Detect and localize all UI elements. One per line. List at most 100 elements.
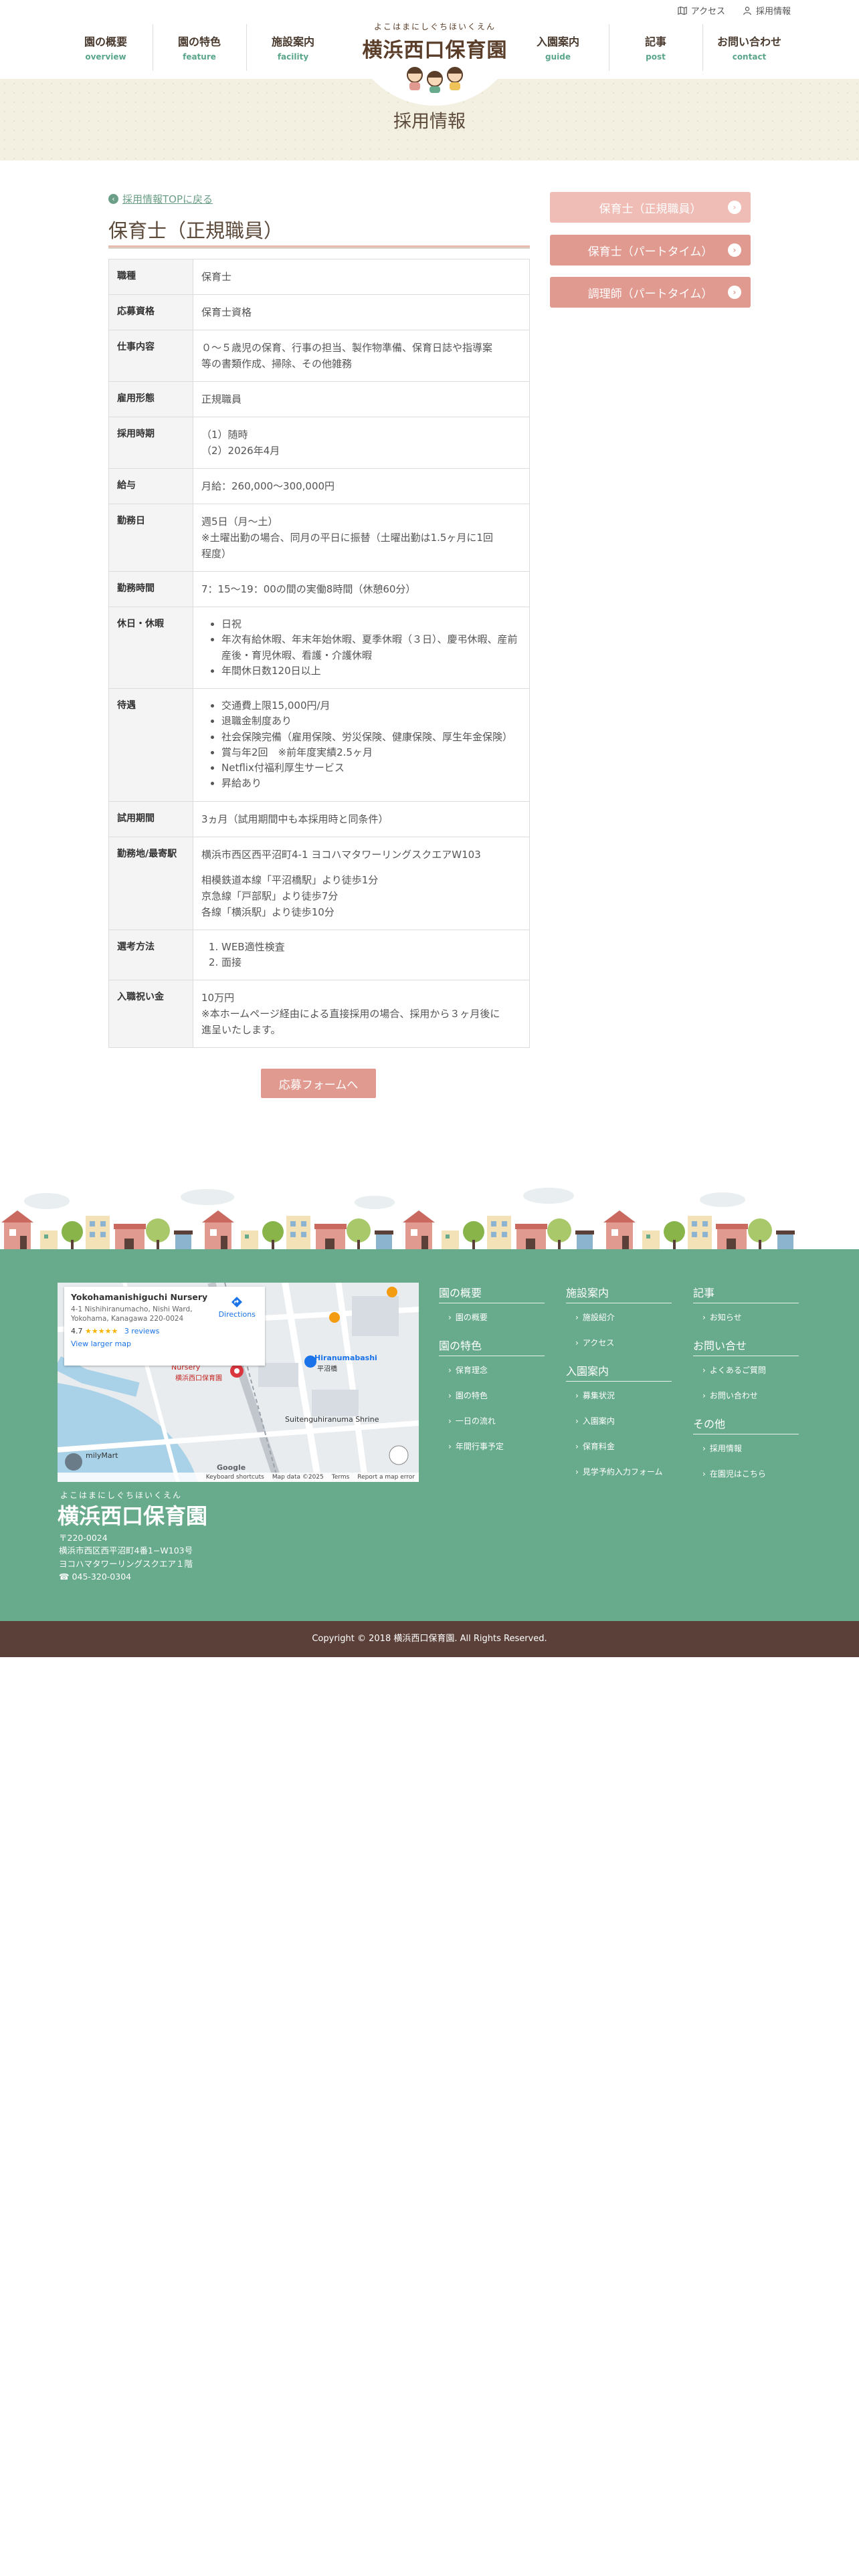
value-line: ※土曜出勤の場合、同月の平日に振替（土曜出勤は1.5ヶ月に1回 [201,532,493,544]
footer-menu-col-3: 記事 お知らせ お問い合せ よくあるご質問 お問い合わせ その他 採用情報 在園… [693,1284,799,1493]
footer-logo[interactable]: 横浜西口保育園 [58,1499,207,1530]
side-button-label: 保育士（パートタイム） [587,245,713,259]
children-illustration-icon [407,67,463,93]
title-underline [108,245,530,249]
footer-menu-link[interactable]: 見学予約入力フォーム [575,1466,672,1477]
station-line: 京急線「戸部駅」より徒歩7分 [201,889,339,902]
holiday-list: 日祝 年次有給休暇、年末年始休暇、夏季休暇（３日）、慶弔休暇、産前産後・育児休暇… [221,617,521,679]
map-pin-label-jp: 横浜西口保育園 [175,1375,222,1382]
footer-menu-heading[interactable]: 園の特色 [439,1337,545,1356]
person-icon [743,6,751,15]
value-line: 10万円 [201,992,235,1004]
nav-post[interactable]: 記事 post [609,23,702,70]
value-line: 月給：260,000〜300,000円 [201,480,335,492]
footer-menu-link[interactable]: 在園児はこちら [702,1468,799,1479]
footer-menu-link[interactable]: 募集状況 [575,1390,672,1401]
list-item: 面接 [221,955,521,970]
table-row: 入職祝い金 10万円 ※本ホームページ経由による直接採用の場合、採用から３ヶ月後… [108,980,530,1048]
row-value: （1）随時 （2）2026年4月 [193,417,530,469]
chevron-left-icon: ‹ [108,194,118,204]
list-item: 社会保険完備（雇用保険、労災保険、健康保険、厚生年金保険） [221,730,521,745]
footer-menu-link[interactable]: よくあるご質問 [702,1364,799,1376]
footer-menu-link[interactable]: 園の概要 [448,1311,545,1323]
footer-menu-link[interactable]: お問い合わせ [702,1390,799,1401]
footer-menu-heading[interactable]: お問い合せ [693,1337,799,1356]
footer-menu-heading[interactable]: 施設案内 [566,1284,672,1303]
list-item: 退職金制度あり [221,714,521,729]
list-item: Netflix付福利厚生サービス [221,760,521,776]
nav-sublabel: contact [732,52,767,62]
footer-menu-link[interactable]: 入園案内 [575,1415,672,1426]
address-line: ヨコハマタワーリングスクエア１階 [59,1558,193,1569]
chevron-right-icon: › [728,243,741,257]
location-address: 横浜市西区西平沼町4-1 ヨコハマタワーリングスクエアW103 [201,848,481,861]
embedded-map[interactable]: Hiranumabashi 平沼橋 Suitenguhiranuma Shrin… [58,1283,419,1482]
table-row: 試用期間 3ヵ月（試用期間中も本採用時と同条件） [108,800,530,837]
map-attribution-item[interactable]: Terms [332,1473,350,1482]
footer-menu-link[interactable]: 施設紹介 [575,1311,672,1323]
phone-value: 045-320-0304 [72,1572,132,1582]
nav-facility[interactable]: 施設案内 facility [246,23,340,70]
footer-menu-heading[interactable]: 入園案内 [566,1362,672,1382]
station-line: 各線「横浜駅」より徒歩10分 [201,905,335,918]
map-reviews-link[interactable]: 3 reviews [124,1327,160,1335]
footer-address: 〒220-0024 横浜市西区西平沼町4番1−W103号 ヨコハマタワーリングス… [59,1531,193,1584]
map-attribution-item[interactable]: Report a map error [357,1473,415,1482]
side-button-parttime-cook[interactable]: 調理師（パートタイム） › [550,277,751,308]
table-row: 採用時期 （1）随時 （2）2026年4月 [108,417,530,469]
nav-contact[interactable]: お問い合わせ contact [702,23,796,70]
footer-menu-link[interactable]: 一日の流れ [448,1415,545,1426]
nav-sublabel: guide [545,52,571,62]
access-link[interactable]: アクセス [677,4,725,17]
site-logo[interactable]: よこはまにしぐちほいくえん 横浜西口保育園 [348,19,522,106]
table-row: 雇用形態 正規職員 [108,381,530,417]
recruit-link[interactable]: 採用情報 [743,4,791,17]
value-line: 保育士資格 [201,306,252,318]
star-rating-icon: ★★★★★ [85,1327,118,1336]
list-item: 賞与年2回 ※前年度実績2.5ヶ月 [221,745,521,760]
station-line: 相模鉄道本線「平沼橋駅」より徒歩1分 [201,873,379,886]
footer-menu-link[interactable]: 採用情報 [702,1442,799,1454]
row-value: 保育士資格 [193,294,530,330]
nav-sublabel: facility [277,52,309,62]
nav-label: 施設案内 [271,35,314,48]
footer-menu-link[interactable]: 保育理念 [448,1364,545,1376]
map-larger-link[interactable]: View larger map [71,1339,258,1348]
phone-number[interactable]: ☎ 045-320-0304 [59,1570,193,1583]
footer-menu-link[interactable]: 年間行事予定 [448,1440,545,1452]
side-button-fulltime-nursery[interactable]: 保育士（正規職員） › [550,192,751,223]
footer-menu-link[interactable]: アクセス [575,1337,672,1348]
back-link[interactable]: ‹ 採用情報TOPに戻る [108,192,213,206]
footer-menu-link[interactable]: 園の特色 [448,1390,545,1401]
row-label: 応募資格 [108,294,193,330]
map-attribution-item[interactable]: Keyboard shortcuts [206,1473,264,1482]
list-item: 日祝 [221,617,521,632]
nav-overview[interactable]: 園の概要 overview [59,23,153,70]
footer-menu-link[interactable]: 保育料金 [575,1440,672,1452]
nav-feature[interactable]: 園の特色 feature [153,23,246,70]
back-link-label: 採用情報TOPに戻る [122,193,213,205]
map-directions-button[interactable]: Directions [219,1296,256,1319]
table-row: 選考方法 WEB適性検査 面接 [108,929,530,980]
row-label: 仕事内容 [108,330,193,382]
selection-list: WEB適性検査 面接 [221,940,521,971]
recruit-link-label: 採用情報 [755,7,791,17]
side-button-parttime-nursery[interactable]: 保育士（パートタイム） › [550,235,751,265]
footer-menu-heading[interactable]: 園の概要 [439,1284,545,1303]
footer-menu-col-1: 園の概要 園の概要 園の特色 保育理念 園の特色 一日の流れ 年間行事予定 [439,1284,545,1466]
row-value: 保育士 [193,259,530,295]
nav-label: お問い合わせ [717,35,781,48]
apply-form-button[interactable]: 応募フォームへ [261,1069,376,1098]
row-value: 3ヵ月（試用期間中も本採用時と同条件） [193,800,530,837]
row-value: 週5日（月〜土） ※土曜出勤の場合、同月の平日に振替（土曜出勤は1.5ヶ月に1回… [193,504,530,572]
nav-guide[interactable]: 入園案内 guide [511,23,605,70]
footer-menu-link[interactable]: お知らせ [702,1311,799,1323]
footer-menu-heading[interactable]: 記事 [693,1284,799,1303]
row-label: 試用期間 [108,800,193,837]
table-row: 待遇 交通費上限15,000円/月 退職金制度あり 社会保険完備（雇用保険、労災… [108,688,530,802]
list-item: 年次有給休暇、年末年始休暇、夏季休暇（３日）、慶弔休暇、産前産後・育児休暇、看護… [221,632,521,663]
footer-menu-heading[interactable]: その他 [693,1415,799,1434]
map-station-label-jp: 平沼橋 [317,1366,337,1373]
value-line: （1）随時 [201,429,248,441]
chevron-right-icon: › [728,286,741,299]
